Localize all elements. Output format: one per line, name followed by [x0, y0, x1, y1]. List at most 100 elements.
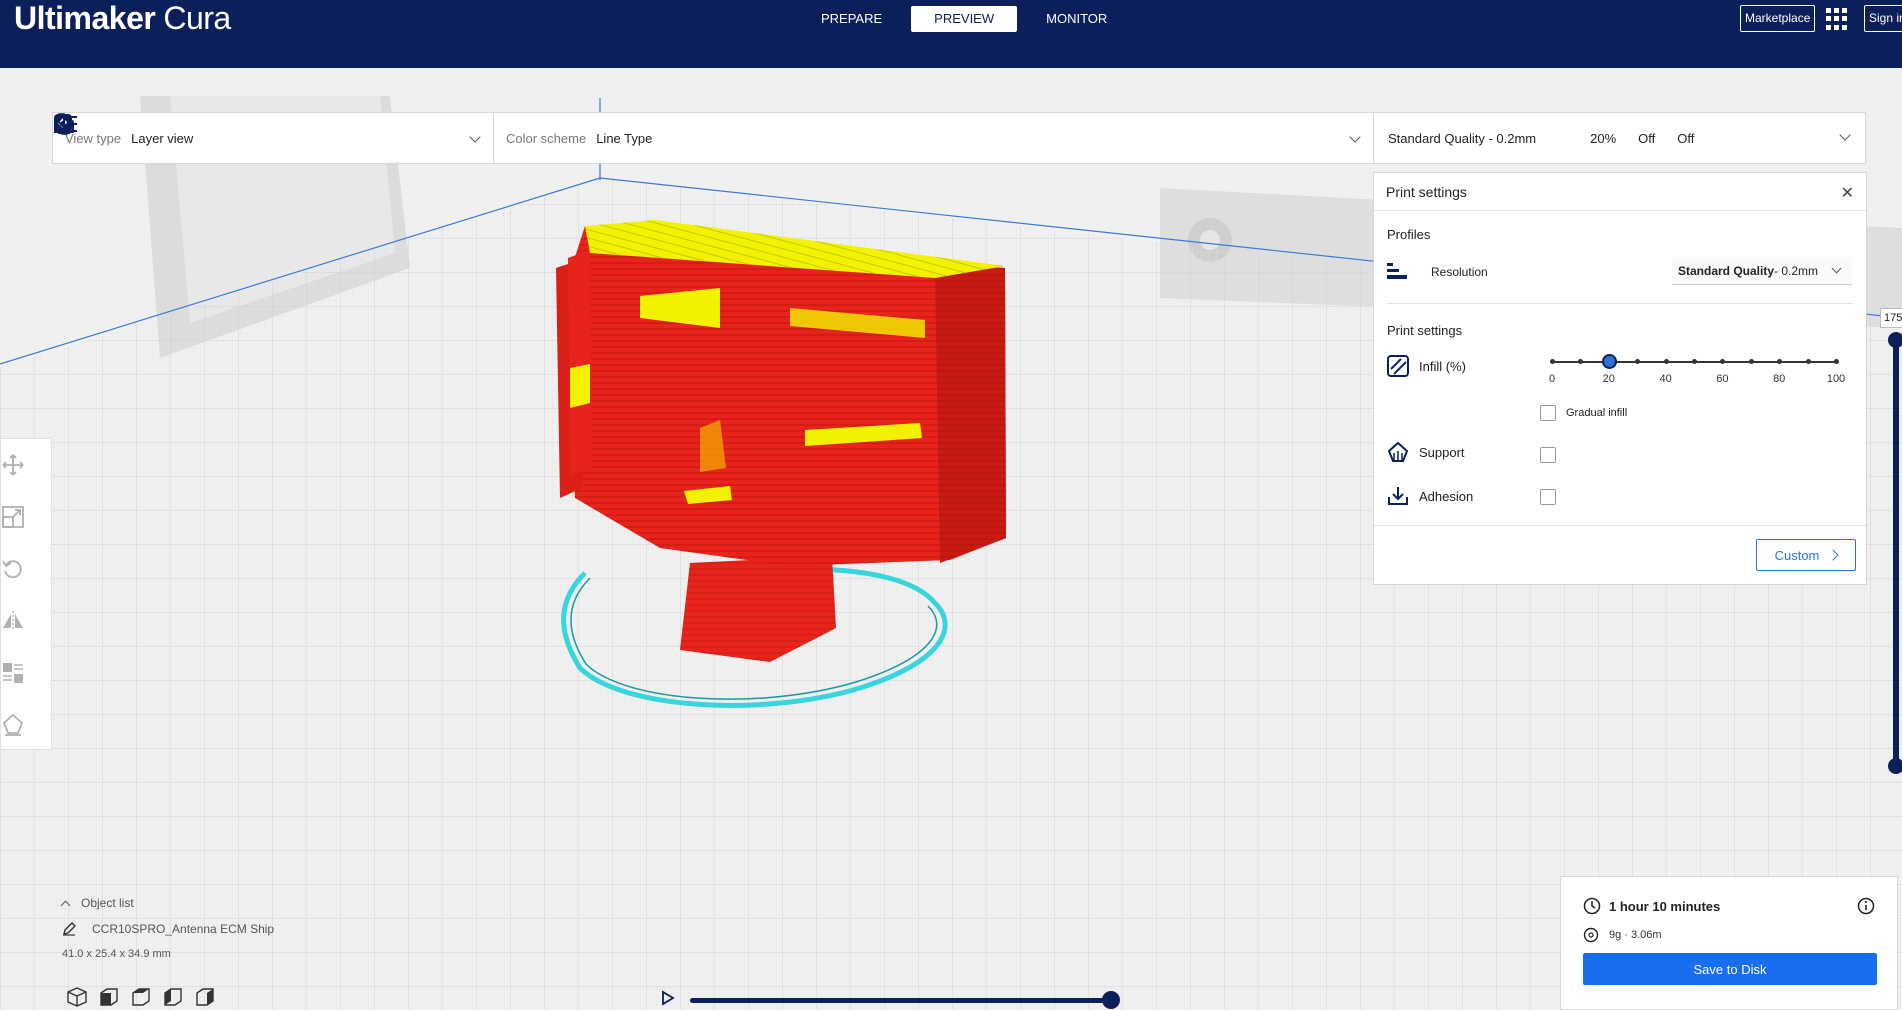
chevron-down-icon [1349, 131, 1361, 143]
right-view-icon[interactable] [194, 986, 216, 1008]
slider-handle[interactable] [1601, 354, 1617, 369]
tick-label: 60 [1716, 373, 1729, 385]
custom-button-label: Custom [1774, 547, 1820, 563]
adhesion-summary: Off [1677, 130, 1695, 146]
mirror-icon[interactable] [1, 609, 25, 633]
close-icon[interactable]: ✕ [1841, 183, 1854, 203]
print-setup-summary[interactable]: Standard Quality - 0.2mm 20% Off Off [53, 113, 1865, 163]
path-slider-handle[interactable] [1102, 991, 1120, 1009]
slider-step-dot [1777, 359, 1783, 364]
material-estimate: 9g · 3.06m [1609, 929, 1662, 941]
slider-step-dot [1720, 359, 1726, 364]
layer-slider-rail[interactable] [1893, 340, 1899, 772]
view-type-dropdown[interactable]: View type Layer view [53, 113, 494, 163]
pencil-icon [63, 922, 76, 936]
object-list-toggle[interactable]: Object list [60, 896, 274, 910]
print-settings-heading: Print settings [1387, 323, 1463, 338]
custom-settings-button[interactable]: Custom [1756, 539, 1856, 571]
tab-monitor[interactable]: MONITOR [1023, 6, 1130, 32]
support-icon [1387, 441, 1409, 462]
chevron-down-icon [1831, 263, 1842, 274]
resolution-icon [1387, 263, 1407, 279]
chevron-down-icon[interactable] [1839, 129, 1851, 141]
info-icon[interactable] [1857, 897, 1875, 915]
chevron-down-icon [469, 131, 481, 143]
layer-slider-bottom-handle[interactable] [1888, 758, 1902, 774]
spool-icon [1583, 927, 1599, 943]
slider-step-dot [1692, 359, 1697, 364]
resolution-label: Resolution [1431, 265, 1488, 279]
adhesion-icon [54, 115, 74, 133]
tick-label: 100 [1826, 373, 1846, 385]
left-view-icon[interactable] [162, 986, 184, 1008]
tick-label: 40 [1659, 373, 1672, 385]
3d-viewport[interactable]: View type Layer view Color scheme Line T… [0, 68, 1902, 1010]
gradual-infill-checkbox[interactable] [1540, 405, 1556, 421]
tick-label: 0 [1548, 373, 1556, 385]
adhesion-checkbox[interactable] [1540, 489, 1556, 505]
profile-summary: Standard Quality - 0.2mm [1388, 130, 1537, 146]
support-checkbox[interactable] [1540, 447, 1556, 463]
scale-icon[interactable] [1, 505, 25, 529]
layer-number-input[interactable]: 175 [1880, 308, 1902, 328]
chevron-right-icon [1827, 549, 1840, 561]
app-title-bold: Ultimaker [14, 0, 156, 36]
object-list-item[interactable]: CCR10SPRO_Antenna ECM Ship [62, 922, 274, 936]
panel-title: Print settings [1374, 173, 1866, 211]
tick-label: 80 [1773, 373, 1786, 385]
view-type-value: Layer view [131, 130, 194, 146]
color-scheme-dropdown[interactable]: Color scheme Line Type [494, 113, 1374, 163]
infill-label: Infill (%) [1419, 359, 1466, 374]
tab-prepare[interactable]: PREPARE [798, 6, 905, 32]
adhesion-label: Adhesion [1419, 489, 1474, 504]
layer-slider-top-handle[interactable] [1888, 332, 1902, 348]
per-model-settings-icon[interactable] [1, 661, 25, 685]
print-time: 1 hour 10 minutes [1609, 899, 1721, 914]
slider-step-dot [1748, 359, 1754, 364]
resolution-value-rest: - 0.2mm [1774, 263, 1819, 278]
sign-in-button[interactable]: Sign in [1864, 5, 1902, 32]
infill-slider[interactable]: 0 20 40 60 80 100 [1548, 351, 1845, 391]
resolution-value-bold: Standard Quality [1678, 263, 1775, 278]
divider [1387, 303, 1853, 304]
adhesion-icon [1388, 487, 1408, 505]
slider-step-dot [1578, 359, 1584, 364]
move-icon[interactable] [1, 453, 25, 477]
save-to-disk-button[interactable]: Save to Disk [1583, 953, 1877, 985]
print-estimate-panel: 1 hour 10 minutes 9g · 3.06m Save to Dis… [1560, 876, 1898, 1010]
app-title-light: Cura [163, 0, 231, 36]
object-name: CCR10SPRO_Antenna ECM Ship [92, 922, 275, 936]
stage-tabs: PREPARE PREVIEW MONITOR [798, 6, 1130, 32]
color-scheme-value: Line Type [596, 130, 653, 146]
apps-grid-icon[interactable] [1826, 8, 1848, 30]
slider-step-dot [1635, 359, 1641, 364]
view-settings-bar: View type Layer view Color scheme Line T… [52, 112, 1866, 164]
color-scheme-label: Color scheme [506, 130, 587, 146]
infill-icon [1387, 355, 1409, 377]
slider-step-dot [1834, 359, 1839, 364]
gradual-infill-label: Gradual infill [1566, 407, 1628, 419]
support-summary: Off [1638, 130, 1656, 146]
rotate-icon[interactable] [1, 557, 25, 581]
tab-preview[interactable]: PREVIEW [911, 6, 1018, 32]
object-list-header: Object list [81, 896, 134, 910]
resolution-dropdown[interactable]: Standard Quality - 0.2mm [1672, 257, 1852, 285]
chevron-up-icon [60, 900, 71, 910]
top-view-icon[interactable] [130, 986, 152, 1008]
object-dimensions: 41.0 x 25.4 x 34.9 mm [62, 948, 171, 960]
front-view-icon[interactable] [98, 986, 120, 1008]
app-logo: Ultimaker Cura [14, 0, 231, 36]
3d-view-icon[interactable] [66, 986, 88, 1008]
slider-step-dot [1550, 359, 1555, 364]
object-list: Object list CCR10SPRO_Antenna ECM Ship 4… [60, 896, 274, 960]
marketplace-button[interactable]: Marketplace [1740, 5, 1816, 32]
app-header: Ultimaker Cura PREPARE PREVIEW MONITOR Ma… [0, 0, 1902, 68]
support-blocker-icon[interactable] [1, 713, 25, 737]
path-slider-track[interactable] [690, 998, 1114, 1003]
play-icon[interactable] [660, 990, 676, 1006]
slider-step-dot [1805, 359, 1811, 364]
infill-summary: 20% [1590, 130, 1617, 146]
camera-view-buttons [66, 986, 216, 1008]
profiles-heading: Profiles [1387, 227, 1431, 242]
support-label: Support [1419, 445, 1465, 460]
